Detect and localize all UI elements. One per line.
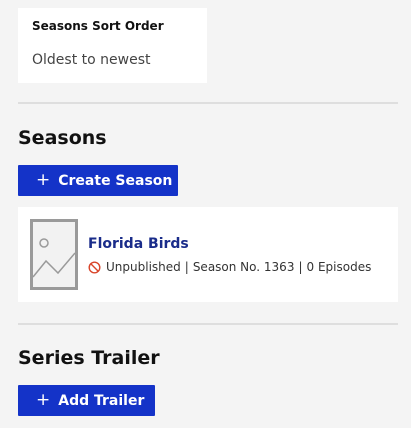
seasons-heading: Seasons: [18, 127, 107, 149]
season-list-item[interactable]: Florida Birds Unpublished | Season No. 1…: [18, 207, 398, 302]
sort-order-value[interactable]: Oldest to newest: [32, 51, 207, 69]
season-meta: Unpublished | Season No. 1363 | 0 Episod…: [88, 259, 371, 275]
create-season-button[interactable]: + Create Season: [18, 165, 178, 196]
create-season-label: Create Season: [58, 172, 173, 189]
status-text: Unpublished: [106, 260, 181, 274]
separator: |: [184, 260, 189, 274]
seasons-sort-order-card[interactable]: Seasons Sort Order Oldest to newest: [18, 8, 207, 83]
section-divider: [18, 102, 398, 104]
add-trailer-button[interactable]: + Add Trailer: [18, 385, 155, 416]
separator: |: [298, 260, 303, 274]
add-trailer-label: Add Trailer: [58, 392, 145, 409]
sort-order-label: Seasons Sort Order: [32, 19, 164, 33]
plus-icon: +: [36, 170, 51, 190]
episode-count: 0 Episodes: [306, 260, 372, 274]
plus-icon: +: [36, 390, 51, 410]
unpublished-icon: [88, 260, 101, 274]
season-number: Season No. 1363: [192, 260, 295, 274]
section-divider: [18, 323, 398, 325]
image-placeholder-icon: [30, 219, 78, 290]
series-trailer-heading: Series Trailer: [18, 347, 160, 369]
season-title-link[interactable]: Florida Birds: [88, 235, 189, 253]
